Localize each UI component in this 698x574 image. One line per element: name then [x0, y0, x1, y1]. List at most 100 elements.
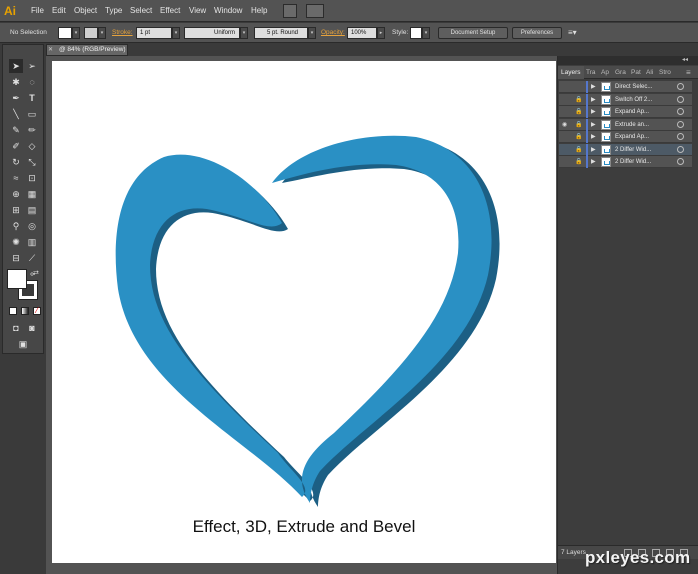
variable-width-profile[interactable]: Uniform [184, 27, 240, 39]
direct-selection-tool-icon[interactable]: ➢ [25, 59, 39, 73]
layer-row[interactable]: 🔒 ▶ Switch Off 2... [559, 93, 692, 106]
document-setup-button[interactable]: Document Setup [438, 27, 508, 39]
target-circle-icon[interactable] [677, 145, 684, 153]
layer-name[interactable]: Expand Ap... [615, 106, 671, 118]
gradient-tool-icon[interactable]: ▤ [25, 203, 39, 217]
layer-name[interactable]: Direct Selec... [615, 81, 671, 93]
expand-arrow-icon[interactable]: ▶ [591, 81, 597, 93]
tab-appearance[interactable]: Ap [601, 66, 609, 79]
menu-effect[interactable]: Effect [160, 0, 180, 22]
layer-name[interactable]: 2 Differ Wid... [615, 156, 671, 168]
menu-window[interactable]: Window [214, 0, 242, 22]
paintbrush-tool-icon[interactable]: ✎ [9, 123, 23, 137]
stroke-weight-input[interactable]: 1 pt [136, 27, 172, 39]
menu-type[interactable]: Type [105, 0, 122, 22]
screen-mode-icon[interactable]: ▣ [16, 337, 30, 351]
blob-brush-tool-icon[interactable]: ✐ [9, 139, 23, 153]
stroke-swatch[interactable] [84, 27, 98, 39]
menu-object[interactable]: Object [74, 0, 97, 22]
opacity-input[interactable]: 100% [347, 27, 377, 39]
visibility-eye-icon[interactable] [562, 144, 571, 156]
layer-row[interactable]: 🔒 ▶ 2 Differ Wid... [559, 143, 692, 156]
slice-tool-icon[interactable]: ⟋ [25, 251, 39, 265]
fill-dropdown-icon[interactable]: ▾ [72, 27, 80, 39]
visibility-eye-icon[interactable]: ◉ [562, 119, 571, 131]
rectangle-tool-icon[interactable]: ▭ [25, 107, 39, 121]
blend-tool-icon[interactable]: ◎ [25, 219, 39, 233]
target-circle-icon[interactable] [677, 108, 684, 115]
visibility-eye-icon[interactable] [562, 81, 571, 93]
gradient-mode-icon[interactable] [21, 307, 29, 315]
draw-behind-icon[interactable]: ◙ [25, 321, 39, 335]
lock-icon[interactable] [575, 81, 584, 93]
target-circle-icon[interactable] [677, 120, 684, 128]
expand-arrow-icon[interactable]: ▶ [591, 131, 597, 143]
menu-view[interactable]: View [189, 0, 206, 22]
tab-stroke[interactable]: Stro [659, 66, 671, 79]
expand-arrow-icon[interactable]: ▶ [591, 94, 597, 106]
visibility-eye-icon[interactable] [562, 131, 571, 143]
pencil-tool-icon[interactable]: ✏ [25, 123, 39, 137]
none-mode-icon[interactable]: ⁄ [33, 307, 41, 315]
perspective-grid-tool-icon[interactable]: ▦ [25, 187, 39, 201]
warp-tool-icon[interactable]: ≈ [9, 171, 23, 185]
stroke-label[interactable]: Stroke: [112, 23, 133, 43]
brush-dropdown-icon[interactable]: ▾ [308, 27, 316, 39]
pen-tool-icon[interactable]: ✒ [9, 91, 23, 105]
free-transform-tool-icon[interactable]: ⊡ [25, 171, 39, 185]
layer-row[interactable]: 🔒 ▶ Expand Ap... [559, 106, 692, 118]
document-tab[interactable]: @ 84% (RGB/Preview) [46, 44, 128, 56]
preferences-button[interactable]: Preferences [512, 27, 562, 39]
eyedropper-tool-icon[interactable]: ⚲ [9, 219, 23, 233]
layer-name[interactable]: Expand Ap... [615, 131, 671, 143]
style-dropdown-icon[interactable]: ▾ [422, 27, 430, 39]
layer-row[interactable]: 🔒 ▶ Expand Ap... [559, 131, 692, 143]
lock-icon[interactable]: 🔒 [575, 156, 584, 168]
draw-normal-icon[interactable]: ◘ [9, 321, 23, 335]
target-circle-icon[interactable] [677, 83, 684, 90]
target-circle-icon[interactable] [677, 133, 684, 140]
selection-tool-icon[interactable]: ➤ [9, 59, 23, 73]
opacity-label[interactable]: Opacity: [321, 23, 345, 43]
stroke-dropdown-icon[interactable]: ▾ [98, 27, 106, 39]
shape-builder-tool-icon[interactable]: ⊕ [9, 187, 23, 201]
expand-arrow-icon[interactable]: ▶ [591, 119, 597, 131]
lock-icon[interactable]: 🔒 [575, 131, 584, 143]
expand-arrow-icon[interactable]: ▶ [591, 106, 597, 118]
collapse-panel-icon[interactable]: ◂◂ [682, 56, 688, 63]
panel-menu-icon[interactable]: ≡ [686, 66, 691, 79]
tab-align[interactable]: Ali [646, 66, 653, 79]
layer-name[interactable]: Extrude an... [615, 119, 671, 131]
profile-dropdown-icon[interactable]: ▾ [240, 27, 248, 39]
lock-icon[interactable]: 🔒 [575, 94, 584, 106]
type-tool-icon[interactable]: T [25, 91, 39, 105]
tab-gradient[interactable]: Gra [615, 66, 626, 79]
arrange-documents-button[interactable] [306, 4, 324, 18]
lock-icon[interactable]: 🔒 [575, 144, 584, 156]
expand-arrow-icon[interactable]: ▶ [591, 156, 597, 168]
layer-row[interactable]: ◉ 🔒 ▶ Extrude an... [559, 118, 692, 131]
visibility-eye-icon[interactable] [562, 94, 571, 106]
fill-swatch[interactable] [58, 27, 72, 39]
rotate-tool-icon[interactable]: ↻ [9, 155, 23, 169]
graphic-style-swatch[interactable] [410, 27, 422, 39]
bridge-button[interactable] [283, 4, 297, 18]
visibility-eye-icon[interactable] [562, 106, 571, 118]
menu-select[interactable]: Select [130, 0, 152, 22]
close-tab-icon[interactable]: ✕ [48, 45, 56, 55]
artboard-tool-icon[interactable]: ⊟ [9, 251, 23, 265]
menu-edit[interactable]: Edit [52, 0, 66, 22]
mesh-tool-icon[interactable]: ⊞ [9, 203, 23, 217]
swap-colors-icon[interactable]: ⇄ [33, 269, 39, 277]
column-graph-tool-icon[interactable]: ▥ [25, 235, 39, 249]
fill-color-swatch[interactable] [7, 269, 27, 289]
opacity-dropdown-icon[interactable]: ▸ [377, 27, 385, 39]
layer-name[interactable]: Switch Off 2... [615, 94, 671, 106]
tab-pathfinder[interactable]: Pat [631, 66, 641, 79]
eraser-tool-icon[interactable]: ◇ [25, 139, 39, 153]
symbol-sprayer-tool-icon[interactable]: ✺ [9, 235, 23, 249]
target-circle-icon[interactable] [677, 158, 684, 165]
lock-icon[interactable]: 🔒 [575, 106, 584, 118]
tab-layers[interactable]: Layers [558, 66, 584, 79]
stroke-weight-dropdown-icon[interactable]: ▾ [172, 27, 180, 39]
